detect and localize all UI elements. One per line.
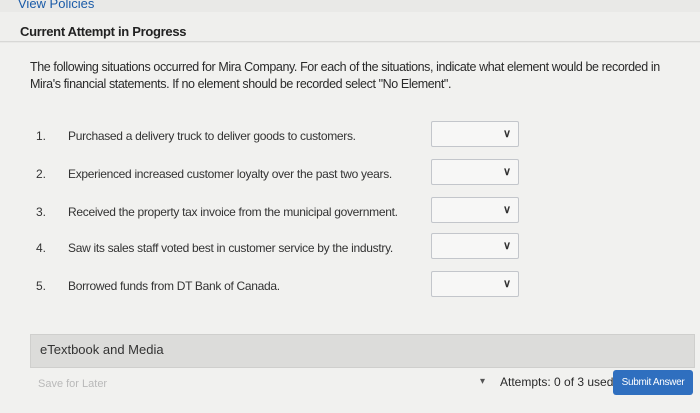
chevron-down-icon: ∨ (502, 204, 511, 216)
question-text: Borrowed funds from DT Bank of Canada. (68, 279, 280, 293)
chevron-down-icon: ∨ (502, 128, 511, 140)
save-for-later-button[interactable]: Save for Later (38, 378, 107, 390)
question-text: Experienced increased customer loyalty o… (68, 167, 392, 181)
question-row-4: 4. Saw its sales staff voted best in cus… (0, 233, 700, 263)
element-dropdown-4[interactable]: ∨ (431, 233, 519, 259)
question-number: 5. (36, 279, 47, 293)
question-row-5: 5. Borrowed funds from DT Bank of Canada… (0, 271, 700, 301)
question-number: 3. (36, 205, 47, 219)
question-text: Received the property tax invoice from t… (68, 205, 398, 219)
element-dropdown-5[interactable]: ∨ (431, 271, 519, 297)
question-row-1: 1. Purchased a delivery truck to deliver… (0, 121, 700, 151)
etextbook-link[interactable]: eTextbook and Media (40, 342, 164, 357)
question-row-3: 3. Received the property tax invoice fro… (0, 197, 700, 227)
question-number: 2. (36, 167, 47, 181)
chevron-down-icon: ∨ (502, 166, 511, 178)
submit-answer-button[interactable]: Submit Answer (613, 370, 693, 395)
question-text: Purchased a delivery truck to deliver go… (68, 129, 356, 143)
question-number: 1. (36, 129, 47, 143)
chevron-down-icon: ∨ (502, 278, 511, 290)
mouse-cursor-icon: ▾ (480, 376, 486, 387)
element-dropdown-2[interactable]: ∨ (431, 159, 519, 185)
attempts-counter: Attempts: 0 of 3 used (500, 375, 614, 389)
question-number: 4. (36, 241, 47, 255)
view-policies-link[interactable]: View Policies (18, 0, 94, 11)
question-row-2: 2. Experienced increased customer loyalt… (0, 159, 700, 189)
chevron-down-icon: ∨ (502, 240, 511, 252)
attempt-status-title: Current Attempt in Progress (20, 24, 187, 39)
question-text: Saw its sales staff voted best in custom… (68, 241, 393, 255)
element-dropdown-1[interactable]: ∨ (431, 121, 519, 147)
element-dropdown-3[interactable]: ∨ (431, 197, 519, 223)
instructions-text: The following situations occurred for Mi… (30, 60, 660, 91)
